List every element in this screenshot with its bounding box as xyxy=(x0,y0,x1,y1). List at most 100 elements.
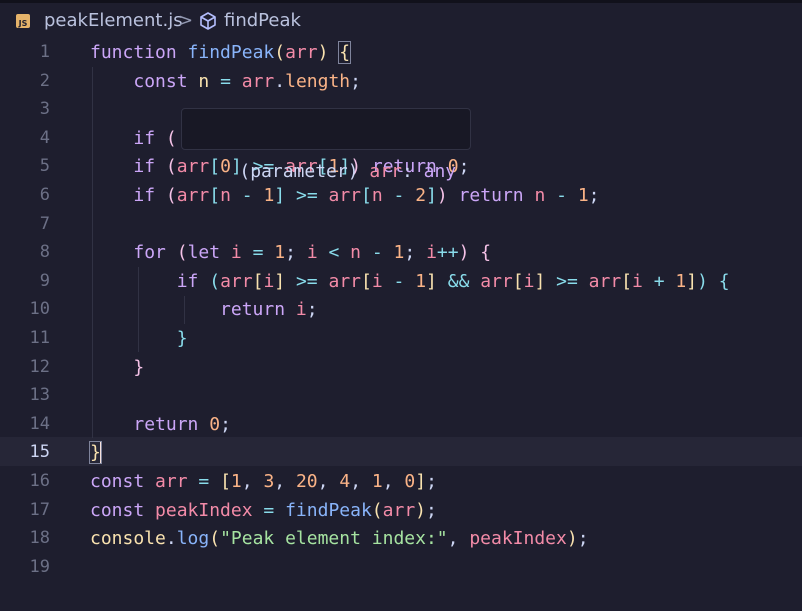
code-token: "Peak element index:" xyxy=(220,528,448,550)
code-token: ( xyxy=(165,185,177,206)
code-token: , xyxy=(241,471,264,492)
code-token: >= xyxy=(545,270,589,292)
line-number: 18 xyxy=(29,528,50,549)
code-token: 1 xyxy=(577,185,589,206)
code-token: arr xyxy=(480,270,513,292)
code-token: i xyxy=(632,270,643,292)
code-token: ] xyxy=(426,270,437,292)
line-number: 8 xyxy=(39,242,50,263)
line-code: const arr = [1, 3, 20, 4, 1, 0]; xyxy=(90,467,437,496)
breadcrumb-file[interactable]: peakElement.js xyxy=(44,10,183,31)
code-token: peakIndex xyxy=(155,499,253,521)
code-token: return xyxy=(458,185,524,206)
code-token: [ xyxy=(252,270,264,292)
line-code: if ( xyxy=(90,124,176,153)
code-token: log xyxy=(176,528,210,550)
line-code: } xyxy=(90,324,188,353)
code-token: i xyxy=(263,270,275,292)
code-token: ; xyxy=(285,242,307,264)
code-token: - xyxy=(361,242,394,264)
line-code: } xyxy=(89,438,102,467)
code-token: , xyxy=(350,471,372,492)
code-token: ) xyxy=(317,42,329,63)
code-token: ( xyxy=(371,499,383,521)
code-token: for xyxy=(133,242,166,264)
code-token: ; xyxy=(350,70,361,92)
code-token: arr xyxy=(155,471,188,492)
code-token: const xyxy=(90,471,145,492)
breadcrumb-separator: > xyxy=(178,10,194,31)
line-number: 3 xyxy=(39,99,50,120)
breadcrumb-symbol[interactable]: findPeak xyxy=(224,10,301,31)
code-token: ; xyxy=(220,413,231,435)
code-token: , xyxy=(382,471,405,492)
code-token: i xyxy=(426,242,437,264)
code-token: findPeak xyxy=(187,42,275,63)
line-number: 9 xyxy=(39,270,50,291)
code-token: 1 xyxy=(675,270,687,292)
code-token: ] xyxy=(534,270,546,292)
code-token: if xyxy=(133,156,156,178)
code-token: = xyxy=(252,499,286,521)
code-token: 1 xyxy=(393,242,405,264)
tooltip-type: any xyxy=(423,161,457,182)
code-token: - xyxy=(545,185,578,206)
code-token: ( xyxy=(165,156,177,178)
code-token: i xyxy=(523,270,535,292)
code-token: ; xyxy=(306,299,318,321)
code-token: arr xyxy=(382,499,416,521)
code-token: ] xyxy=(686,270,698,292)
symbol-method-icon xyxy=(200,12,216,30)
line-code: if (arr[i] >= arr[i - 1] && arr[i] >= ar… xyxy=(90,267,730,296)
code-token: , xyxy=(447,528,470,550)
code-token: ++ xyxy=(436,242,459,264)
tooltip-name: arr xyxy=(369,161,402,182)
code-token: < xyxy=(317,242,351,264)
line-number: 10 xyxy=(29,299,50,320)
code-token: let xyxy=(187,242,221,264)
code-token: } xyxy=(176,328,188,349)
code-token: ( xyxy=(209,270,221,292)
code-token: const xyxy=(133,70,188,92)
line-number: 15 xyxy=(29,442,50,463)
code-token: . xyxy=(274,70,286,92)
javascript-file-icon: JS xyxy=(16,14,30,28)
tooltip-kind: (parameter) xyxy=(239,161,359,182)
code-token: n xyxy=(534,185,546,206)
line-number: 1 xyxy=(39,42,50,62)
code-token: 0 xyxy=(209,413,221,435)
code-token: i xyxy=(371,270,383,292)
code-token: { xyxy=(480,242,492,264)
code-token: 4 xyxy=(339,471,351,492)
code-token: n xyxy=(350,242,362,264)
code-token: if xyxy=(176,270,199,292)
code-token: arr xyxy=(241,70,275,92)
code-editor[interactable]: JS peakElement.js > findPeak 1 function f… xyxy=(0,0,802,611)
line-code: const peakIndex = findPeak(arr); xyxy=(90,496,437,525)
code-token: ) xyxy=(566,528,578,550)
code-token: + xyxy=(642,270,676,292)
line-number: 4 xyxy=(39,127,50,148)
line-number: 17 xyxy=(29,499,50,520)
line-number: 2 xyxy=(39,70,50,91)
line-code: return i; xyxy=(90,295,318,324)
line-number: 7 xyxy=(39,213,50,234)
code-token: ; xyxy=(588,185,600,206)
code-token: 1 xyxy=(274,242,286,264)
code-token: arr xyxy=(588,270,622,292)
code-token: 1 xyxy=(230,471,242,492)
